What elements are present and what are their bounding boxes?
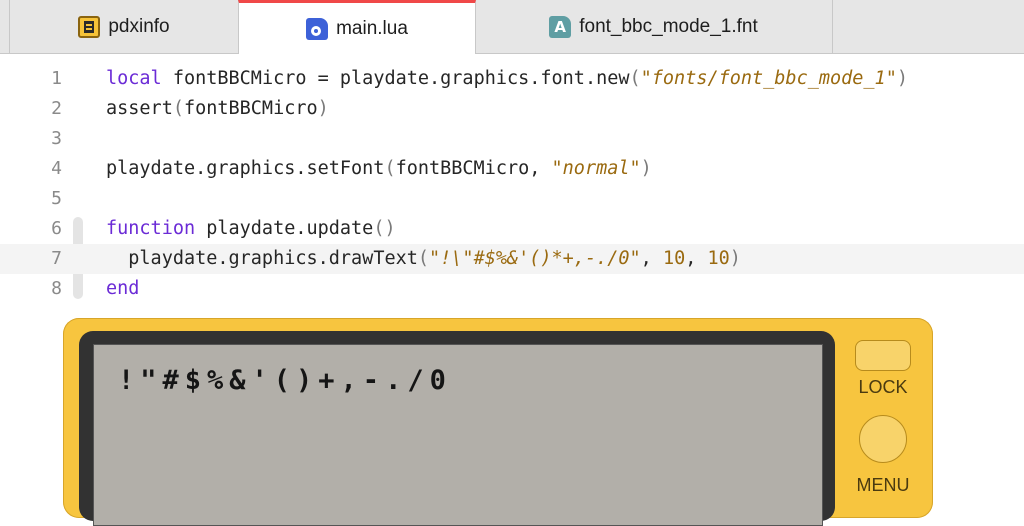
lua-file-icon (306, 18, 329, 40)
quote: " (629, 158, 641, 179)
lock-button[interactable] (855, 340, 911, 371)
line-number: 3 (51, 128, 62, 149)
quote: " (429, 248, 441, 269)
tab-bar-left-edge (0, 0, 10, 54)
code-token: fontBBCMicro (183, 98, 318, 119)
code-line[interactable]: 5 (0, 184, 1024, 214)
menu-label: MENU (856, 475, 910, 495)
code-token: playdate.graphics.drawText (128, 248, 418, 269)
paren: ) (729, 248, 741, 269)
paren: ) (317, 98, 329, 119)
code-token: , (685, 248, 708, 269)
screen-text: !"#$%&'()+,-./0 (118, 365, 452, 396)
code-text: assert(fontBBCMicro) (106, 94, 329, 124)
code-line-current[interactable]: 7 playdate.graphics.drawText("!\"#$%&'()… (0, 244, 1024, 274)
keyword: function (106, 218, 196, 239)
string-literal: fonts/font_bbc_mode_1 (651, 68, 886, 89)
code-line[interactable]: 3 (0, 124, 1024, 154)
code-token: , (640, 248, 663, 269)
code-token: fontBBCMicro = playdate.graphics.font.ne… (161, 68, 630, 89)
code-text: playdate.graphics.drawText("!\"#$%&'()*+… (106, 244, 741, 274)
code-token: playdate.graphics.setFont (106, 158, 385, 179)
line-number: 2 (51, 98, 62, 119)
paren: ) (896, 68, 908, 89)
simulator-screen[interactable]: !"#$%&'()+,-./0 (93, 344, 823, 526)
tab-font-bbc-mode-1[interactable]: A font_bbc_mode_1.fnt (475, 0, 833, 54)
menu-button[interactable] (859, 415, 907, 463)
pdxinfo-file-icon (78, 16, 101, 38)
code-line[interactable]: 2 assert(fontBBCMicro) (0, 94, 1024, 124)
screen-bezel: !"#$%&'()+,-./0 (79, 331, 835, 526)
number-literal: 10 (707, 248, 730, 269)
number-literal: 10 (662, 248, 686, 269)
tab-pdxinfo[interactable]: pdxinfo (10, 0, 239, 54)
tab-label: pdxinfo (108, 16, 170, 37)
code-line[interactable]: 1 local fontBBCMicro = playdate.graphics… (0, 64, 1024, 94)
playdate-simulator: !"#$%&'()+,-./0 LOCK MENU (63, 318, 933, 526)
tab-bar: pdxinfo main.lua A font_bbc_mode_1.fnt (0, 0, 1024, 55)
paren: ( (172, 98, 184, 119)
keyword: local (106, 68, 162, 89)
code-line[interactable]: 8 end (0, 274, 1024, 304)
code-token: assert (106, 98, 173, 119)
quote: " (629, 248, 641, 269)
code-text: local fontBBCMicro = playdate.graphics.f… (106, 64, 908, 94)
quote: " (640, 68, 652, 89)
quote: " (551, 158, 563, 179)
code-line[interactable]: 6 function playdate.update() (0, 214, 1024, 244)
line-number: 8 (51, 278, 62, 299)
code-text: end (106, 274, 139, 304)
keyword: end (106, 278, 140, 299)
string-literal: normal (562, 158, 630, 179)
line-number: 4 (51, 158, 62, 179)
paren: ( (417, 248, 430, 269)
line-number: 1 (51, 68, 62, 89)
line-number: 7 (51, 248, 62, 269)
paren: ( (629, 68, 641, 89)
code-text: function playdate.update() (106, 214, 396, 244)
paren: ( (384, 158, 396, 179)
line-number: 5 (51, 188, 62, 209)
code-token: playdate.update (195, 218, 374, 239)
paren: () (373, 218, 396, 239)
string-literal: !\"#$%&'()*+,-./0 (440, 248, 630, 269)
tab-label: font_bbc_mode_1.fnt (579, 16, 758, 37)
quote: " (885, 68, 897, 89)
lock-label: LOCK (858, 377, 908, 397)
code-text: playdate.graphics.setFont(fontBBCMicro, … (106, 154, 652, 184)
tab-main-lua[interactable]: main.lua (238, 0, 476, 55)
font-file-icon: A (549, 16, 572, 38)
tab-label: main.lua (336, 18, 408, 39)
paren: ) (640, 158, 652, 179)
code-token: fontBBCMicro, (395, 158, 552, 179)
line-number: 6 (51, 218, 62, 239)
code-line[interactable]: 4 playdate.graphics.setFont(fontBBCMicro… (0, 154, 1024, 184)
